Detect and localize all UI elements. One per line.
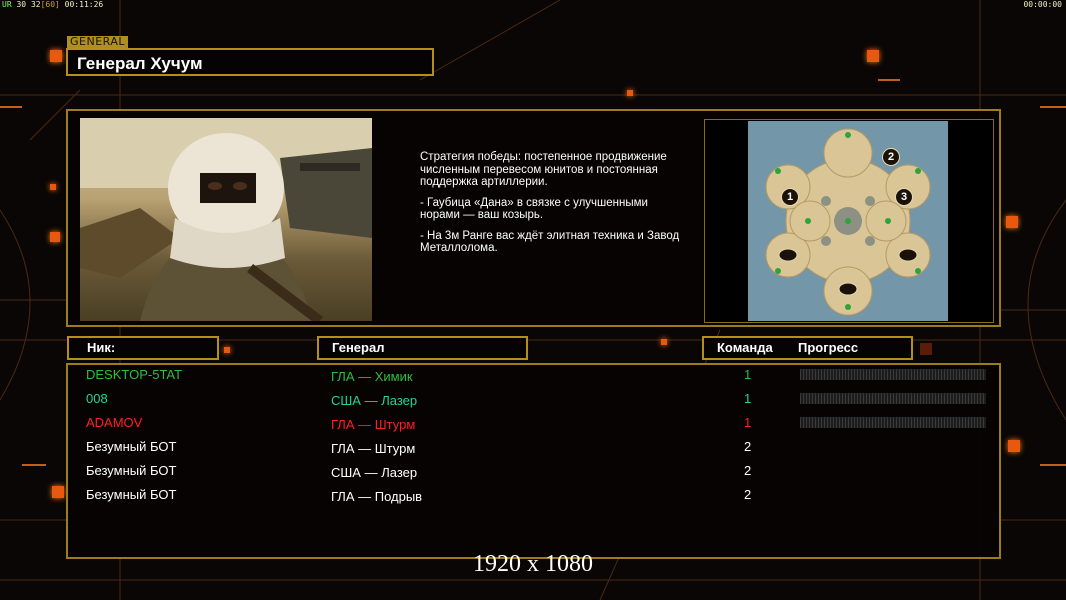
stats-a: 30 — [16, 0, 27, 9]
player-nick: Безумный БОТ — [86, 439, 177, 454]
stats-b: 32 — [30, 0, 41, 9]
game-clock: 00:00:00 — [1023, 0, 1062, 9]
player-general[interactable]: ГЛА — Штурм — [331, 441, 415, 456]
player-general[interactable]: США — Лазер — [331, 465, 417, 480]
player-nick: Безумный БОТ — [86, 463, 177, 478]
stats-c: [60] — [40, 0, 60, 9]
map-preview[interactable]: 2 1 3 — [704, 119, 994, 323]
load-progress-bar — [800, 417, 986, 428]
column-header-nick: Ник: — [67, 336, 219, 360]
deco-square — [50, 50, 62, 62]
deco-square — [661, 339, 667, 345]
player-team[interactable]: 2 — [744, 439, 751, 454]
column-header-progress: Прогресс — [798, 340, 859, 355]
player-row[interactable]: ADAMOV ГЛА — Штурм 1 — [68, 415, 999, 439]
resolution-label: 1920 x 1080 — [473, 551, 593, 577]
elapsed-time: 00:11:26 — [64, 0, 104, 9]
column-header-team: Команда — [717, 340, 773, 355]
deco-square — [627, 90, 633, 96]
general-description: Стратегия победы: постепенное продвижени… — [420, 151, 680, 263]
player-nick: ADAMOV — [86, 415, 143, 430]
deco-square — [867, 50, 879, 62]
deco-square — [224, 347, 230, 353]
player-general[interactable]: ГЛА — Подрыв — [331, 489, 422, 504]
player-row[interactable]: 008 США — Лазер 1 — [68, 391, 999, 415]
player-row[interactable]: Безумный БОТ ГЛА — Подрыв 2 — [68, 487, 999, 511]
deco-square — [50, 184, 56, 190]
perf-stats: UR 30 32[60] 00:11:26 — [2, 0, 103, 9]
player-nick: 008 — [86, 391, 108, 406]
desc-paragraph: Стратегия победы: постепенное продвижени… — [420, 151, 667, 188]
column-header-general: Генерал — [317, 336, 528, 360]
player-team[interactable]: 2 — [744, 487, 751, 502]
deco-square — [1008, 440, 1020, 452]
deco-square — [50, 232, 60, 242]
start-position-marker: 2 — [882, 148, 900, 166]
desc-paragraph: - Гаубица «Дана» в связке с улучшенными … — [420, 196, 648, 222]
map-image — [748, 121, 948, 321]
deco-square — [52, 486, 64, 498]
player-nick: DESKTOP-5TAT — [86, 367, 183, 382]
deco-square — [920, 343, 932, 355]
load-progress-bar — [800, 369, 986, 380]
player-team[interactable]: 1 — [744, 415, 751, 430]
player-row[interactable]: DESKTOP-5TAT ГЛА — Химик 1 — [68, 367, 999, 391]
player-team[interactable]: 2 — [744, 463, 751, 478]
player-general[interactable]: ГЛА — Штурм — [331, 417, 415, 432]
player-general[interactable]: ГЛА — Химик — [331, 369, 413, 384]
portrait-art — [80, 118, 372, 321]
deco-square — [1006, 216, 1018, 228]
column-header-team-progress: Команда Прогресс — [702, 336, 913, 360]
player-row[interactable]: Безумный БОТ США — Лазер 2 — [68, 463, 999, 487]
desc-paragraph: - На 3м Ранге вас ждёт элитная техника и… — [420, 229, 680, 255]
player-team[interactable]: 1 — [744, 367, 751, 382]
stats-prefix: UR — [2, 0, 12, 9]
section-tag: GENERAL — [67, 36, 129, 48]
start-position-marker: 3 — [895, 188, 913, 206]
player-general[interactable]: США — Лазер — [331, 393, 417, 408]
general-info-panel: Стратегия победы: постепенное продвижени… — [66, 109, 1001, 327]
player-team[interactable]: 1 — [744, 391, 751, 406]
player-row[interactable]: Безумный БОТ ГЛА — Штурм 2 — [68, 439, 999, 463]
load-progress-bar — [800, 393, 986, 404]
player-list: DESKTOP-5TAT ГЛА — Химик 1 008 США — Лаз… — [66, 363, 1001, 559]
general-portrait — [80, 118, 372, 321]
start-position-marker: 1 — [781, 188, 799, 206]
general-title: Генерал Хучум — [66, 48, 434, 76]
player-nick: Безумный БОТ — [86, 487, 177, 502]
